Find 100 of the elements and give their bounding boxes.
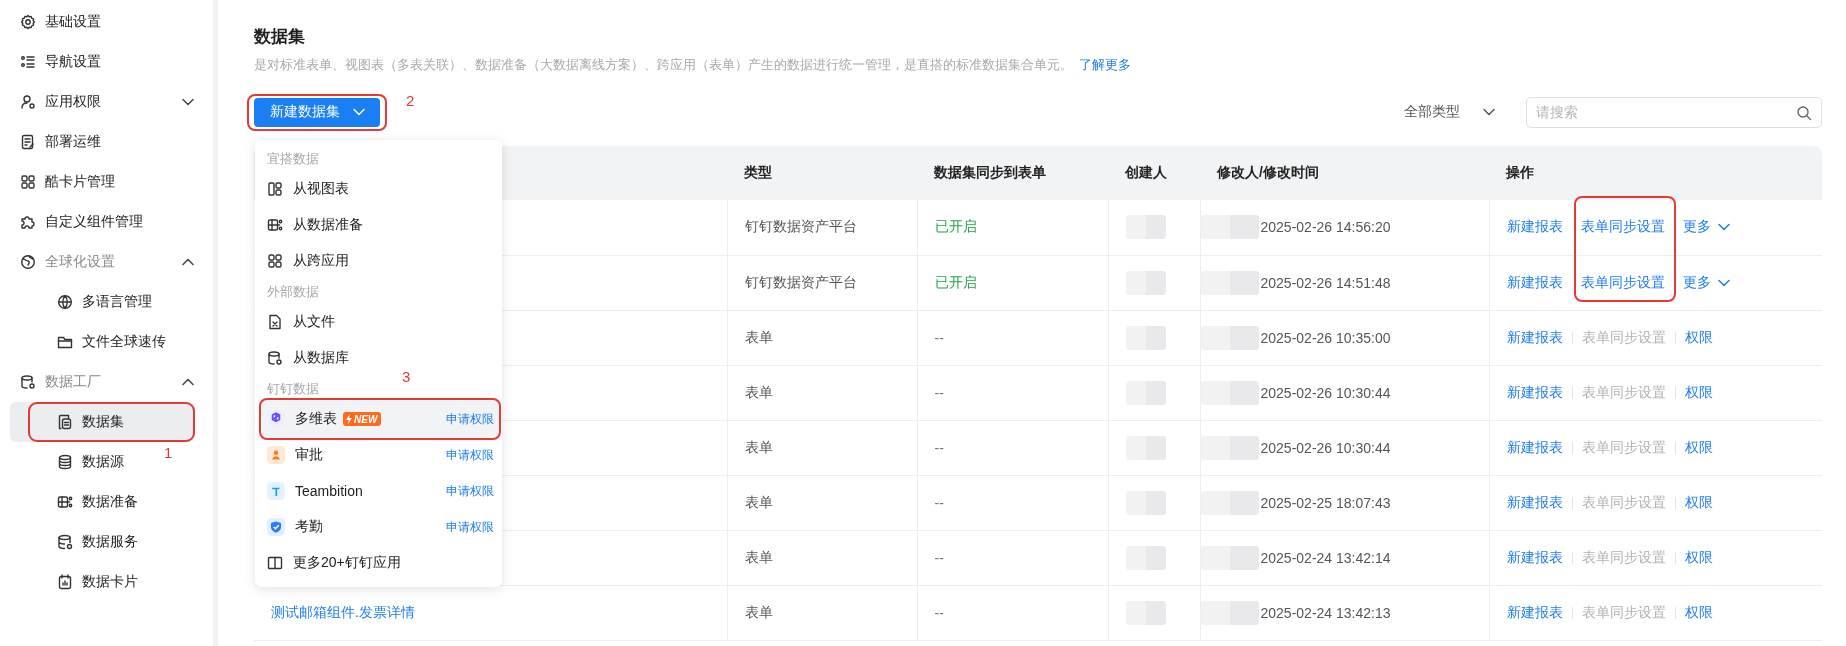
- action-link[interactable]: 权限: [1684, 548, 1713, 567]
- sidebar-item[interactable]: 基础设置: [10, 2, 195, 42]
- column-header: 修改人/修改时间: [1200, 146, 1489, 200]
- layout-icon: [267, 181, 283, 197]
- page-title: 数据集: [254, 26, 305, 48]
- t-logo-icon: [267, 482, 285, 500]
- sidebar-item[interactable]: 数据服务: [10, 522, 148, 562]
- modified-time: 2025-02-24 13:42:13: [1260, 604, 1391, 621]
- menu-section-title: 外部数据: [267, 284, 319, 299]
- sync-status: --: [917, 475, 1108, 530]
- menu-item[interactable]: 从跨应用: [255, 243, 502, 279]
- settings-icon: [20, 14, 36, 30]
- table-icon: [57, 494, 73, 510]
- database-icon: [20, 374, 36, 390]
- annotation-number: 1: [164, 444, 173, 461]
- sidebar-item[interactable]: 数据集: [10, 402, 195, 442]
- request-access-link[interactable]: 申请权限: [446, 446, 494, 464]
- action-link[interactable]: 更多: [1682, 218, 1731, 237]
- search-field[interactable]: 请搜索: [1526, 96, 1822, 128]
- table-icon: [267, 217, 283, 233]
- sync-status: --: [917, 530, 1108, 585]
- action-link[interactable]: 表单同步设置: [1580, 273, 1665, 292]
- action-link[interactable]: 新建报表: [1506, 493, 1563, 512]
- column-header: 类型: [727, 146, 917, 200]
- menu-item[interactable]: 从视图表: [255, 171, 502, 207]
- database-icon: [57, 534, 73, 550]
- table-cell: 表单: [727, 530, 917, 585]
- grid-icon: [20, 174, 36, 190]
- menu-section-title: 宜搭数据: [267, 151, 319, 166]
- action-link[interactable]: 新建报表: [1506, 328, 1563, 347]
- globe-icon: [57, 294, 73, 310]
- sidebar-item[interactable]: 应用权限: [10, 82, 195, 122]
- action-link[interactable]: 权限: [1684, 493, 1713, 512]
- action-link[interactable]: 权限: [1684, 438, 1713, 457]
- modified-time: 2025-02-26 10:30:44: [1260, 439, 1391, 456]
- cube-icon: [267, 410, 285, 428]
- table-cell: 钉钉数据资产平台: [727, 200, 917, 255]
- menu-item[interactable]: Teambition 申请权限: [255, 473, 502, 509]
- grid-icon: [267, 253, 283, 269]
- modified-time: 2025-02-26 10:35:00: [1260, 329, 1391, 346]
- document-icon: [20, 134, 36, 150]
- sidebar-item[interactable]: 数据源: [10, 442, 134, 482]
- sidebar-item[interactable]: 部署运维: [10, 122, 195, 162]
- column-header: 创建人: [1108, 146, 1200, 200]
- menu-item[interactable]: 审批 申请权限: [255, 437, 502, 473]
- search-icon: [1796, 104, 1812, 121]
- menu-item[interactable]: 考勤 申请权限: [255, 509, 502, 545]
- table-cell: 表单: [727, 475, 917, 530]
- annotation-number: 3: [402, 367, 411, 387]
- action-link[interactable]: 新建报表: [1506, 383, 1563, 402]
- dataset-name-link[interactable]: 测试邮箱组件.发票详情: [271, 603, 415, 620]
- column-header: 操作: [1489, 146, 1822, 200]
- action-link[interactable]: 权限: [1684, 328, 1713, 347]
- menu-section-title: 钉钉数据: [267, 381, 319, 396]
- request-access-link[interactable]: 申请权限: [446, 482, 494, 500]
- sidebar-item[interactable]: 数据准备: [10, 482, 148, 522]
- modified-time: 2025-02-26 10:30:44: [1260, 384, 1391, 401]
- table-cell: 表单: [727, 585, 917, 640]
- action-link[interactable]: 权限: [1684, 383, 1713, 402]
- table-cell: 表单: [727, 420, 917, 475]
- table-cell: 表单: [727, 310, 917, 365]
- dataset-icon: [57, 414, 73, 430]
- person-icon: [267, 446, 285, 464]
- modified-time: 2025-02-24 13:42:14: [1260, 549, 1391, 566]
- new-dataset-button[interactable]: 新建数据集: [254, 97, 380, 127]
- new-badge: NEW: [343, 412, 382, 426]
- learn-more-link[interactable]: 了解更多: [1079, 57, 1131, 72]
- sidebar-item[interactable]: 自定义组件管理: [10, 202, 195, 242]
- sidebar-item[interactable]: 数据工厂: [10, 362, 195, 402]
- type-filter-dropdown[interactable]: 全部类型: [1404, 103, 1496, 121]
- sidebar-item[interactable]: 酷卡片管理: [10, 162, 195, 202]
- action-link[interactable]: 新建报表: [1506, 438, 1563, 457]
- sidebar-item[interactable]: 文件全球速传: [10, 322, 176, 362]
- request-access-link[interactable]: 申请权限: [446, 410, 494, 428]
- sidebar-item[interactable]: 全球化设置: [10, 242, 195, 282]
- shield-check-icon: [267, 518, 285, 536]
- globe-icon: [20, 254, 36, 270]
- sidebar-item[interactable]: 多语言管理: [10, 282, 162, 322]
- action-link[interactable]: 新建报表: [1506, 273, 1563, 292]
- request-access-link[interactable]: 申请权限: [446, 518, 494, 536]
- action-link[interactable]: 表单同步设置: [1580, 218, 1665, 237]
- sync-status: --: [917, 365, 1108, 420]
- modified-time: 2025-02-26 14:56:20: [1260, 219, 1391, 236]
- menu-item[interactable]: 从文件: [255, 304, 502, 340]
- action-link[interactable]: 新建报表: [1506, 218, 1563, 237]
- table-cell: 钉钉数据资产平台: [727, 255, 917, 310]
- puzzle-icon: [20, 214, 36, 230]
- user-icon: [20, 94, 36, 110]
- menu-item[interactable]: 多维表 NEW 申请权限: [262, 401, 498, 437]
- action-link[interactable]: 新建报表: [1506, 548, 1563, 567]
- calendar-chart-icon: [57, 574, 73, 590]
- action-link[interactable]: 权限: [1684, 603, 1713, 622]
- sidebar-item[interactable]: 数据卡片: [10, 562, 148, 602]
- sidebar-item[interactable]: 导航设置: [10, 42, 195, 82]
- database-icon: [267, 350, 283, 366]
- action-link[interactable]: 更多: [1682, 273, 1731, 292]
- column-header: 数据集同步到表单: [917, 146, 1108, 200]
- menu-item[interactable]: 更多20+钉钉应用: [255, 545, 502, 581]
- menu-item[interactable]: 从数据准备: [255, 207, 502, 243]
- action-link[interactable]: 新建报表: [1506, 603, 1563, 622]
